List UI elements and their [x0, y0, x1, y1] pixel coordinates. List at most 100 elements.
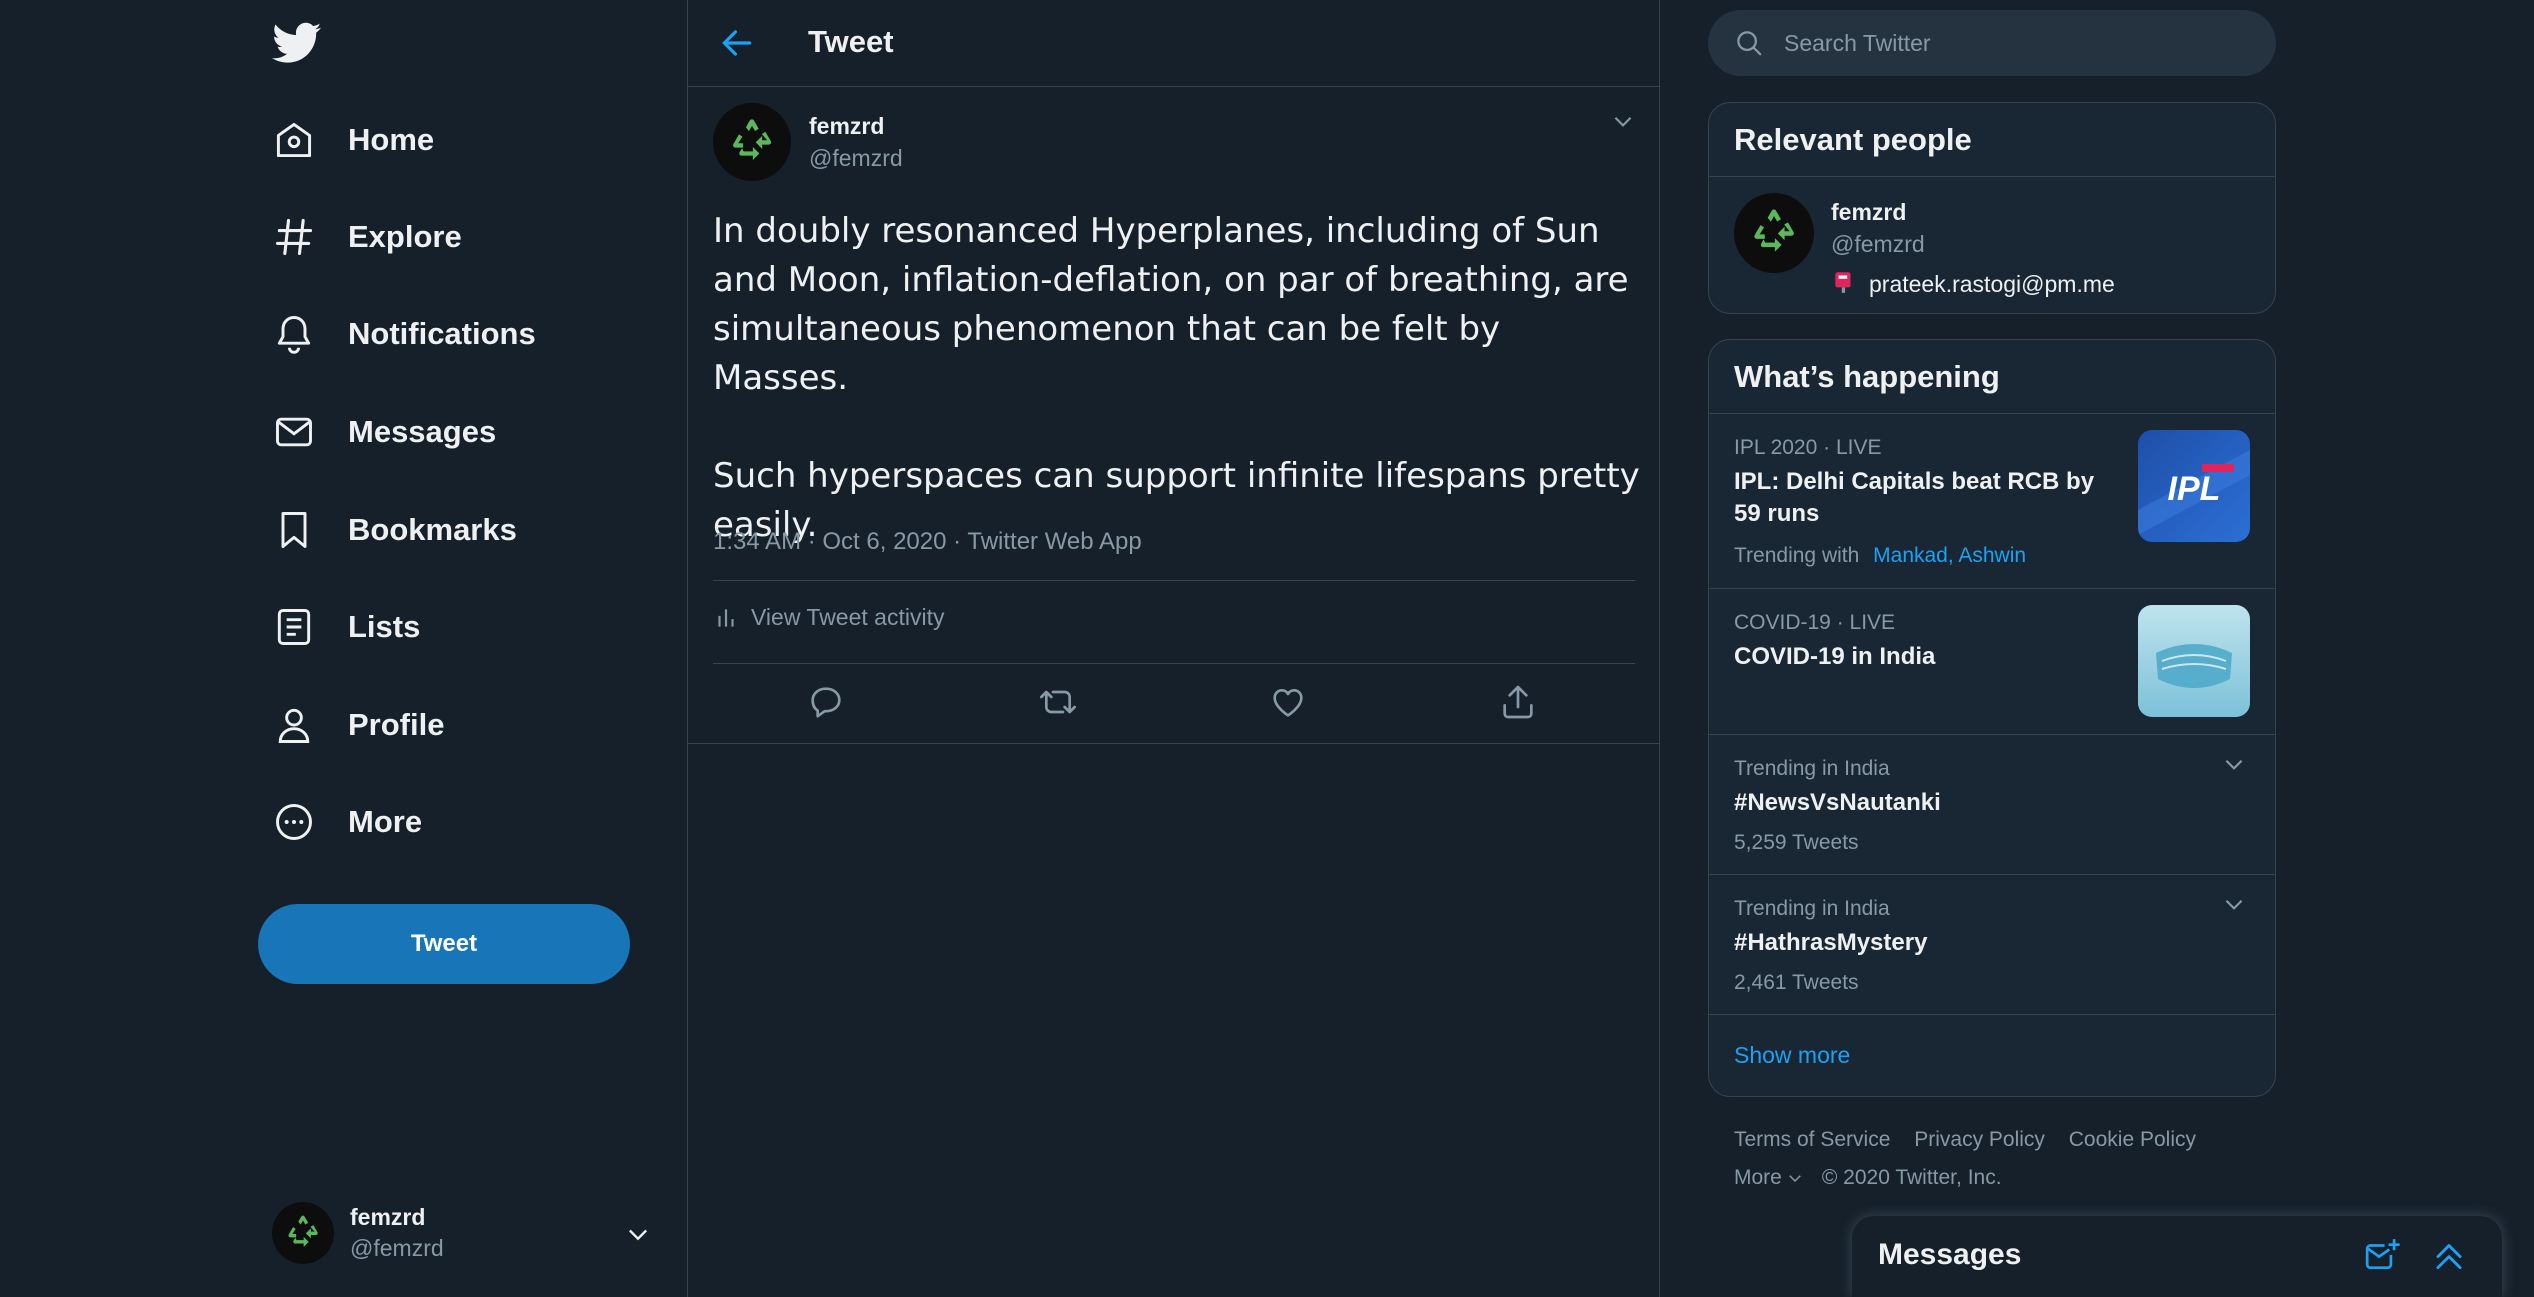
- trend-item[interactable]: Trending in India #HathrasMystery 2,461 …: [1709, 875, 2275, 1015]
- nav-more[interactable]: More: [272, 792, 422, 852]
- nav-more-label: More: [348, 804, 423, 839]
- trend-context: COVID-19 · LIVE: [1734, 611, 1896, 634]
- author-name[interactable]: femzrd: [809, 113, 884, 140]
- more-circle-icon: [272, 800, 316, 844]
- relevant-person[interactable]: femzrd @femzrd prateek.rastogi@pm.me: [1734, 193, 2254, 303]
- show-more-link[interactable]: Show more: [1709, 1015, 2275, 1095]
- footer-more-link[interactable]: More: [1734, 1166, 1782, 1190]
- whats-happening-title: What’s happening: [1709, 340, 2275, 414]
- relevant-people-title: Relevant people: [1709, 103, 2275, 177]
- new-message-icon[interactable]: [2364, 1236, 2402, 1274]
- trend-context: Trending in India: [1734, 897, 1890, 920]
- trend-item[interactable]: COVID-19 · LIVE COVID-19 in India: [1709, 589, 2275, 735]
- home-icon: [272, 118, 316, 162]
- face-mask-image: [2138, 605, 2250, 717]
- envelope-icon: [272, 410, 316, 454]
- list-icon: [272, 605, 316, 649]
- account-handle: @femzrd: [350, 1235, 444, 1261]
- whats-happening-panel: What’s happening IPL 2020 · LIVE IPL: De…: [1708, 339, 2276, 1097]
- trend-title: COVID-19 in India: [1734, 643, 1936, 670]
- chevron-down-icon[interactable]: [1610, 108, 1636, 134]
- hashtag-icon: [272, 215, 316, 259]
- nav-home[interactable]: Home: [272, 110, 434, 170]
- relevant-person-handle: @femzrd: [1831, 231, 1925, 257]
- nav-profile-label: Profile: [348, 707, 445, 742]
- trend-title: #HathrasMystery: [1734, 929, 1928, 956]
- privacy-link[interactable]: Privacy Policy: [1914, 1128, 2045, 1151]
- avatar: [272, 1202, 334, 1264]
- trending-with-links[interactable]: Mankad, Ashwin: [1873, 544, 2026, 567]
- ipl-logo-text: IPL: [2168, 470, 2221, 508]
- recycle-icon: [1754, 209, 1794, 252]
- nav-bookmarks-label: Bookmarks: [348, 512, 517, 547]
- left-navigation: Home Explore Notifications Messages Book…: [0, 0, 688, 1297]
- avatar[interactable]: [713, 103, 791, 181]
- trend-context: IPL 2020 · LIVE: [1734, 436, 1882, 459]
- nav-messages[interactable]: Messages: [272, 402, 496, 462]
- relevant-person-name[interactable]: femzrd: [1831, 199, 1906, 226]
- share-icon[interactable]: [1498, 682, 1542, 726]
- person-icon: [272, 703, 316, 747]
- bar-chart-icon: [713, 605, 739, 631]
- terms-link[interactable]: Terms of Service: [1734, 1128, 1890, 1151]
- account-name: femzrd: [350, 1204, 426, 1230]
- view-tweet-activity-label: View Tweet activity: [751, 604, 945, 630]
- nav-notifications[interactable]: Notifications: [272, 304, 536, 364]
- bookmark-icon: [272, 508, 316, 552]
- trending-with-label: Trending with: [1734, 544, 1860, 567]
- ipl-logo-image: IPL: [2138, 430, 2250, 542]
- avatar[interactable]: [1734, 193, 1814, 273]
- nav-lists-label: Lists: [348, 609, 421, 644]
- nav-lists[interactable]: Lists: [272, 597, 420, 657]
- recycle-icon: [288, 1215, 318, 1247]
- trend-tweet-count: 2,461 Tweets: [1734, 971, 1859, 994]
- search-icon: [1734, 28, 1764, 58]
- divider: [713, 580, 1635, 581]
- search-input[interactable]: [1784, 29, 2224, 57]
- messages-drawer[interactable]: Messages: [1852, 1216, 2502, 1297]
- chevron-down-icon[interactable]: [2221, 751, 2247, 777]
- tweet-button[interactable]: Tweet: [258, 904, 630, 984]
- nav-profile[interactable]: Profile: [272, 695, 444, 755]
- postbox-icon: [1831, 269, 1857, 295]
- trend-tweet-count: 5,259 Tweets: [1734, 831, 1859, 854]
- view-tweet-activity[interactable]: View Tweet activity: [713, 604, 944, 631]
- author-handle: @femzrd: [809, 145, 903, 171]
- tweet-text: In doubly resonanced Hyperplanes, includ…: [713, 211, 1640, 545]
- nav-home-label: Home: [348, 122, 435, 157]
- tweet-actions: [688, 664, 1660, 744]
- trend-title: #NewsVsNautanki: [1734, 789, 1941, 816]
- nav-explore[interactable]: Explore: [272, 207, 462, 267]
- trend-item[interactable]: IPL 2020 · LIVE IPL: Delhi Capitals beat…: [1709, 414, 2275, 589]
- bell-icon: [272, 312, 316, 356]
- chevron-down-icon[interactable]: [2221, 891, 2247, 917]
- trend-context: Trending in India: [1734, 757, 1890, 780]
- chevron-down-icon[interactable]: [1786, 1169, 1804, 1187]
- nav-notifications-label: Notifications: [348, 316, 536, 351]
- copyright-text: © 2020 Twitter, Inc.: [1821, 1166, 2002, 1189]
- back-arrow-icon[interactable]: [718, 24, 756, 62]
- page-title: Tweet: [808, 24, 894, 59]
- twitter-bird-icon[interactable]: [272, 18, 322, 68]
- account-switcher[interactable]: femzrd @femzrd: [272, 1198, 662, 1268]
- relevant-person-bio: prateek.rastogi@pm.me: [1869, 271, 2115, 297]
- tweet-meta: 1:34 AM · Oct 6, 2020 · Twitter Web App: [713, 528, 1142, 555]
- main-column: Tweet femzrd @femzrd In doubly resonance…: [688, 0, 1660, 1297]
- messages-drawer-title: Messages: [1878, 1238, 2022, 1271]
- collapse-up-icon[interactable]: [2430, 1236, 2468, 1274]
- cookie-link[interactable]: Cookie Policy: [2069, 1128, 2196, 1151]
- footer-links: Terms of Service Privacy Policy Cookie P…: [1734, 1128, 2214, 1190]
- retweet-icon[interactable]: [1038, 682, 1082, 726]
- relevant-people-panel: Relevant people femzrd @femzrd prateek.r…: [1708, 102, 2276, 314]
- search-bar[interactable]: [1708, 10, 2276, 76]
- nav-explore-label: Explore: [348, 219, 462, 254]
- main-header: Tweet: [688, 0, 1660, 87]
- chevron-down-icon[interactable]: [624, 1220, 652, 1248]
- nav-bookmarks[interactable]: Bookmarks: [272, 500, 517, 560]
- reply-icon[interactable]: [806, 682, 850, 726]
- recycle-icon: [733, 119, 772, 160]
- trend-item[interactable]: Trending in India #NewsVsNautanki 5,259 …: [1709, 735, 2275, 875]
- nav-messages-label: Messages: [348, 414, 497, 449]
- heart-icon[interactable]: [1268, 682, 1312, 726]
- trend-title: IPL: Delhi Capitals beat RCB by 59 runs: [1734, 468, 2095, 527]
